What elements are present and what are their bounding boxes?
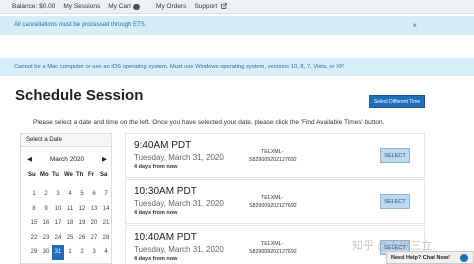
slot-date: Tuesday, March 31, 2020 (134, 199, 224, 208)
day-cell[interactable]: 3 (52, 187, 64, 202)
weekday: Th (76, 172, 84, 178)
day-cell[interactable]: 14 (100, 202, 112, 217)
day-cell[interactable]: 22 (28, 231, 40, 246)
weekday: Fr (88, 172, 94, 178)
day-cell[interactable]: 10 (52, 202, 64, 217)
prev-month-icon[interactable]: ◀ (27, 155, 32, 163)
day-cell[interactable]: 5 (76, 187, 88, 202)
day-cell[interactable]: 6 (88, 187, 100, 202)
nav-my-sessions[interactable]: My Sessions (63, 3, 100, 10)
external-link-icon (221, 3, 227, 10)
day-cell[interactable]: 4 (100, 245, 112, 260)
day-cell[interactable]: 25 (64, 231, 76, 246)
weekday-header: Su Mo Tu We Th Fr Sa (21, 172, 113, 178)
slot-time: 9:40AM PDT (134, 140, 192, 151)
day-cell[interactable]: 18 (64, 216, 76, 231)
chat-help-button[interactable]: Need Help? Chat Now! (386, 251, 474, 264)
day-cell[interactable]: 21 (100, 216, 112, 231)
close-icon[interactable]: × (412, 21, 417, 30)
select-different-time-button[interactable]: Select Different Time (369, 95, 425, 108)
day-cell[interactable]: 20 (88, 216, 100, 231)
weekday: Su (28, 172, 36, 178)
month-label: March 2020 (49, 155, 85, 163)
weekday: Sa (100, 172, 108, 178)
day-cell[interactable]: 8 (28, 202, 40, 217)
alert-text: All cancellations must be processed thro… (14, 22, 147, 28)
nav-support-label: Support (194, 3, 218, 10)
day-grid: 1 2 3 4 5 6 7 8 9 10 11 12 13 14 15 16 1… (21, 187, 113, 260)
day-cell[interactable]: 17 (52, 216, 64, 231)
day-cell[interactable]: 19 (76, 216, 88, 231)
day-cell[interactable]: 16 (40, 216, 52, 231)
weekday: Tu (52, 172, 59, 178)
day-cell[interactable]: 1 (28, 187, 40, 202)
day-cell[interactable]: 4 (64, 187, 76, 202)
nav-support[interactable]: Support (194, 3, 227, 10)
date-picker-header: Select a Date (21, 134, 111, 147)
slot-time: 10:30AM PDT (134, 186, 197, 197)
select-slot-button[interactable]: SELECT (380, 148, 410, 163)
slot-date: Tuesday, March 31, 2020 (134, 245, 224, 254)
slot-days-ahead: 4 days from now (134, 164, 178, 170)
day-cell[interactable]: 12 (76, 202, 88, 217)
slot-code: S829009202127692 (249, 203, 297, 209)
day-cell[interactable]: 2 (40, 187, 52, 202)
instructions: Please select a date and time on the lef… (33, 119, 385, 126)
slot-time: 10:40AM PDT (134, 232, 197, 243)
slot-days-ahead: 4 days from now (134, 256, 178, 262)
balance-text: Balance: $0.00 (12, 3, 56, 10)
day-cell[interactable]: 15 (28, 216, 40, 231)
day-cell[interactable]: 27 (88, 231, 100, 246)
day-cell[interactable]: 26 (76, 231, 88, 246)
next-month-icon[interactable]: ▶ (102, 155, 107, 163)
select-slot-button[interactable]: SELECT (380, 194, 410, 209)
day-cell[interactable]: 13 (88, 202, 100, 217)
time-slot: 10:30AM PDT Tuesday, March 31, 2020 4 da… (125, 179, 425, 224)
day-cell[interactable]: 29 (28, 245, 40, 260)
nav-my-orders[interactable]: My Orders (156, 3, 186, 10)
slot-code: S829009202127692 (249, 157, 297, 163)
day-cell[interactable]: 28 (100, 231, 112, 246)
day-cell[interactable]: 9 (40, 202, 52, 217)
cancellation-alert: All cancellations must be processed thro… (0, 16, 474, 35)
time-slot: 9:40AM PDT Tuesday, March 31, 2020 4 day… (125, 133, 425, 178)
month-navigator: ◀ March 2020 ▶ (21, 155, 113, 164)
nav-my-cart[interactable]: My Cart 0 (108, 3, 148, 10)
weekday: We (64, 172, 73, 178)
slot-code-prefix: TELXML- (261, 241, 284, 247)
day-cell[interactable]: 11 (64, 202, 76, 217)
date-picker: Select a Date ◀ March 2020 ▶ Su Mo Tu We… (20, 133, 112, 264)
weekday: Mo (40, 172, 49, 178)
page-title: Schedule Session (15, 87, 144, 104)
slot-code-prefix: TELXML- (261, 195, 284, 201)
day-cell-selected[interactable]: 31 (52, 245, 64, 260)
chat-icon (460, 254, 468, 262)
nav-my-cart-label: My Cart (108, 3, 131, 10)
day-cell[interactable]: 7 (100, 187, 112, 202)
slot-code: S829009202127692 (249, 249, 297, 255)
cart-count-badge: 0 (132, 4, 141, 10)
day-cell[interactable]: 1 (64, 245, 76, 260)
day-cell[interactable]: 23 (40, 231, 52, 246)
day-cell[interactable]: 24 (52, 231, 64, 246)
day-cell[interactable]: 2 (76, 245, 88, 260)
day-cell[interactable]: 3 (88, 245, 100, 260)
top-nav: Balance: $0.00 My Sessions My Cart 0 My O… (0, 0, 474, 14)
day-cell[interactable]: 30 (40, 245, 52, 260)
slot-code-prefix: TELXML- (261, 149, 284, 155)
slot-days-ahead: 4 days from now (134, 210, 178, 216)
chat-help-label: Need Help? Chat Now! (391, 254, 450, 261)
os-warning: Cannot be a Mac computer or use an iOS o… (0, 58, 474, 76)
slot-date: Tuesday, March 31, 2020 (134, 153, 224, 162)
